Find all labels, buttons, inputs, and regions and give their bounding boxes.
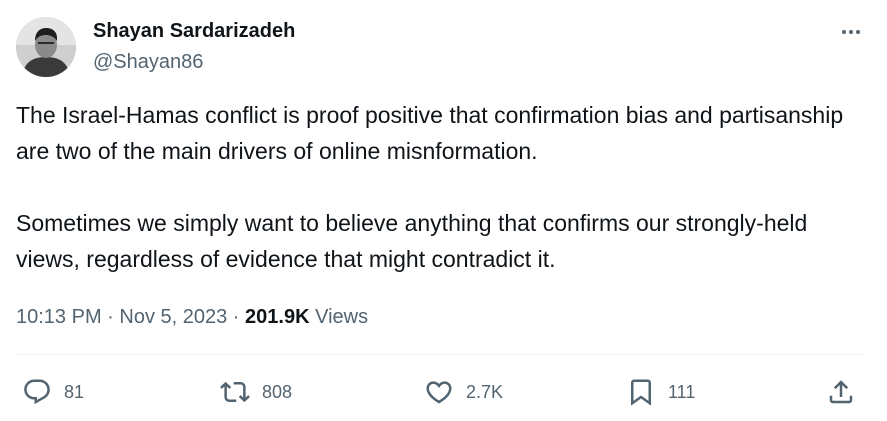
reply-icon: [24, 379, 50, 405]
heart-icon: [426, 381, 452, 404]
views-count[interactable]: 201.9K: [245, 306, 310, 328]
bookmark-button[interactable]: 111: [626, 377, 695, 407]
more-options-button[interactable]: [836, 20, 866, 44]
avatar[interactable]: [16, 17, 76, 77]
divider: [16, 354, 866, 355]
tweet-paragraph: Sometimes we simply want to believe anyt…: [16, 210, 808, 272]
tweet-paragraph: The Israel-Hamas conflict is proof posit…: [16, 102, 844, 164]
tweet-meta: 10:13 PM · Nov 5, 2023 · 201.9K Views: [16, 305, 368, 329]
meta-separator: ·: [101, 306, 120, 328]
more-dots-icon: [842, 30, 860, 34]
retweet-icon: [220, 381, 250, 403]
tweet-card: Shayan Sardarizadeh @Shayan86 The Israel…: [0, 0, 887, 421]
like-count: 2.7K: [466, 381, 504, 402]
bookmark-icon: [631, 379, 651, 406]
meta-separator: ·: [227, 306, 246, 328]
retweet-button[interactable]: 808: [220, 377, 292, 407]
bookmark-count: 111: [668, 381, 696, 402]
tweet-text: The Israel-Hamas conflict is proof posit…: [16, 97, 866, 277]
author-display-name[interactable]: Shayan Sardarizadeh: [93, 19, 295, 43]
reply-button[interactable]: 81: [22, 377, 84, 407]
share-icon: [829, 380, 853, 404]
retweet-count: 808: [262, 381, 293, 402]
like-button[interactable]: 2.7K: [424, 377, 503, 407]
avatar-photo-icon: [16, 17, 76, 77]
views-label: Views: [315, 306, 369, 328]
tweet-time[interactable]: 10:13 PM: [16, 306, 102, 328]
tweet-date[interactable]: Nov 5, 2023: [119, 306, 227, 328]
author-handle[interactable]: @Shayan86: [93, 50, 203, 74]
reply-count: 81: [64, 381, 85, 402]
share-button[interactable]: [826, 377, 856, 407]
